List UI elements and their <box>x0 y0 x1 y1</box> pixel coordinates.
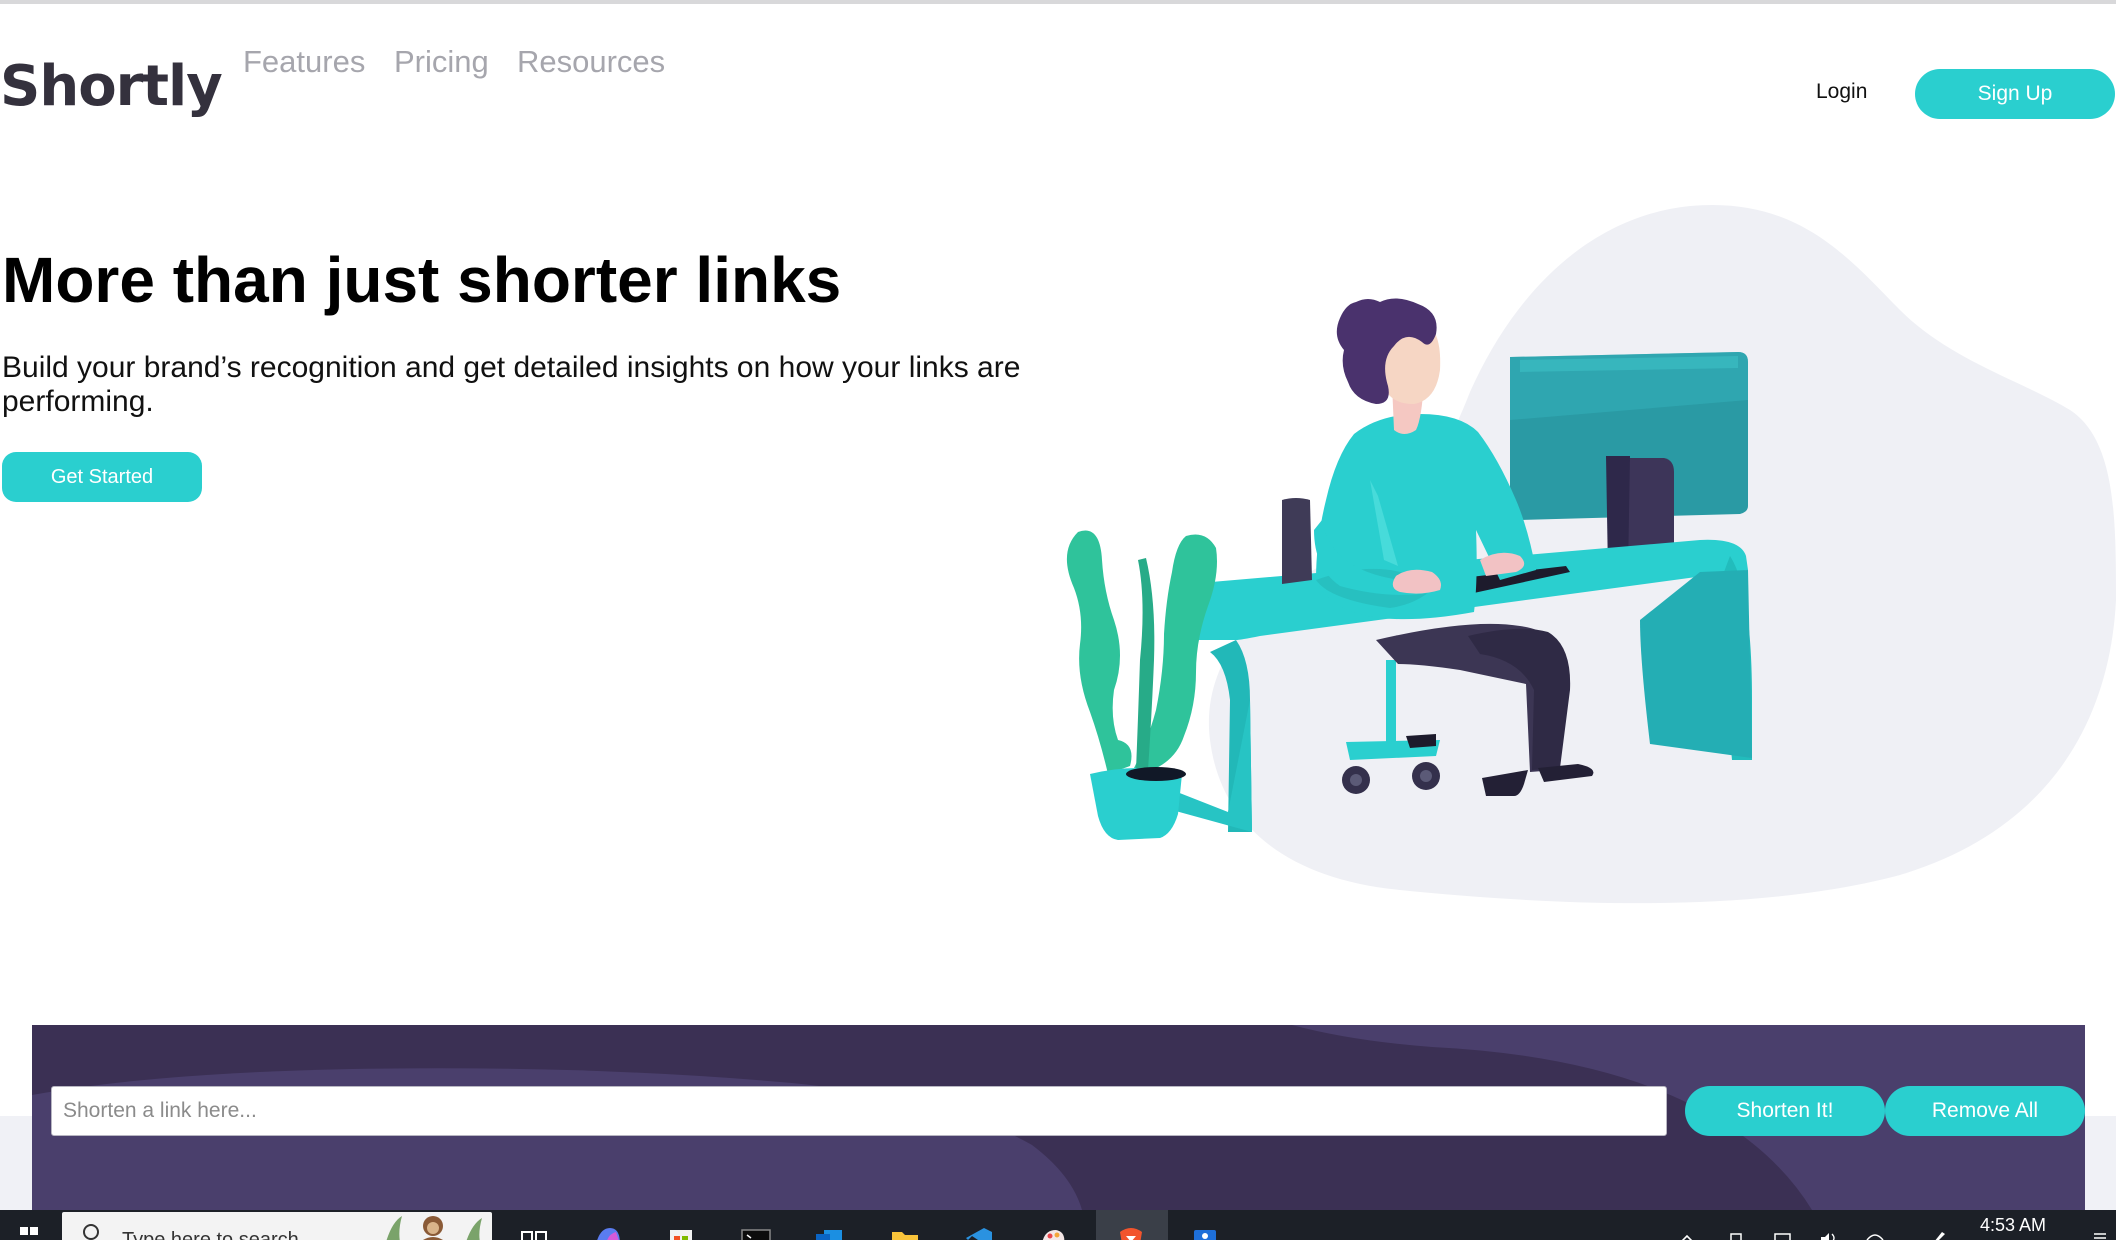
chair-back <box>1282 498 1312 584</box>
windows-taskbar: Type here to search 4:53 AM <box>0 1210 2116 1240</box>
band-side-background-right <box>2085 1116 2116 1210</box>
nav-features[interactable]: Features <box>243 44 365 80</box>
outlook-icon[interactable] <box>812 1224 846 1240</box>
wifi-icon[interactable] <box>1864 1228 1886 1240</box>
copilot-icon[interactable] <box>590 1224 624 1240</box>
plant-leaves <box>1066 530 1132 774</box>
logo[interactable]: Shortly <box>0 54 223 119</box>
hero-subtitle: Build your brand’s recognition and get d… <box>2 351 1021 418</box>
search-icon <box>83 1224 99 1240</box>
nav-resources[interactable]: Resources <box>517 44 665 80</box>
notifications-icon[interactable] <box>2088 1228 2110 1240</box>
person-working-at-desk-illustration <box>1066 204 2116 904</box>
meet-now-icon[interactable] <box>1726 1228 1748 1240</box>
shorten-link-input[interactable] <box>51 1086 1667 1136</box>
brave-icon[interactable] <box>1114 1224 1148 1240</box>
terminal-icon[interactable] <box>738 1224 772 1240</box>
remove-all-button[interactable]: Remove All <box>1885 1086 2085 1136</box>
volume-icon[interactable] <box>1818 1228 1840 1240</box>
search-highlight-image <box>386 1216 482 1240</box>
task-view-icon[interactable] <box>516 1224 550 1240</box>
shorten-it-button[interactable]: Shorten It! <box>1685 1086 1885 1136</box>
windows-start-icon[interactable] <box>0 1210 58 1240</box>
shorten-section: Shorten It! Remove All <box>32 1025 2085 1210</box>
chevron-up-icon[interactable] <box>1676 1228 1698 1240</box>
hero-title: More than just shorter links <box>2 244 842 316</box>
sign-up-button[interactable]: Sign Up <box>1915 69 2115 119</box>
pen-icon[interactable] <box>1928 1228 1950 1240</box>
nav-pricing[interactable]: Pricing <box>394 44 489 80</box>
vscode-icon[interactable] <box>962 1224 996 1240</box>
taskbar-clock[interactable]: 4:53 AM <box>1980 1215 2046 1236</box>
paint-icon[interactable] <box>1036 1224 1070 1240</box>
taskbar-search-box[interactable]: Type here to search <box>62 1212 492 1240</box>
login-link[interactable]: Login <box>1816 80 1867 104</box>
file-explorer-icon[interactable] <box>888 1224 922 1240</box>
taskbar-search-placeholder: Type here to search <box>122 1229 299 1240</box>
battery-icon[interactable] <box>1772 1228 1794 1240</box>
top-border <box>0 0 2116 4</box>
app-icon[interactable] <box>1188 1224 1222 1240</box>
get-started-button[interactable]: Get Started <box>2 452 202 502</box>
store-icon[interactable] <box>664 1224 698 1240</box>
band-side-background-left <box>0 1116 32 1210</box>
